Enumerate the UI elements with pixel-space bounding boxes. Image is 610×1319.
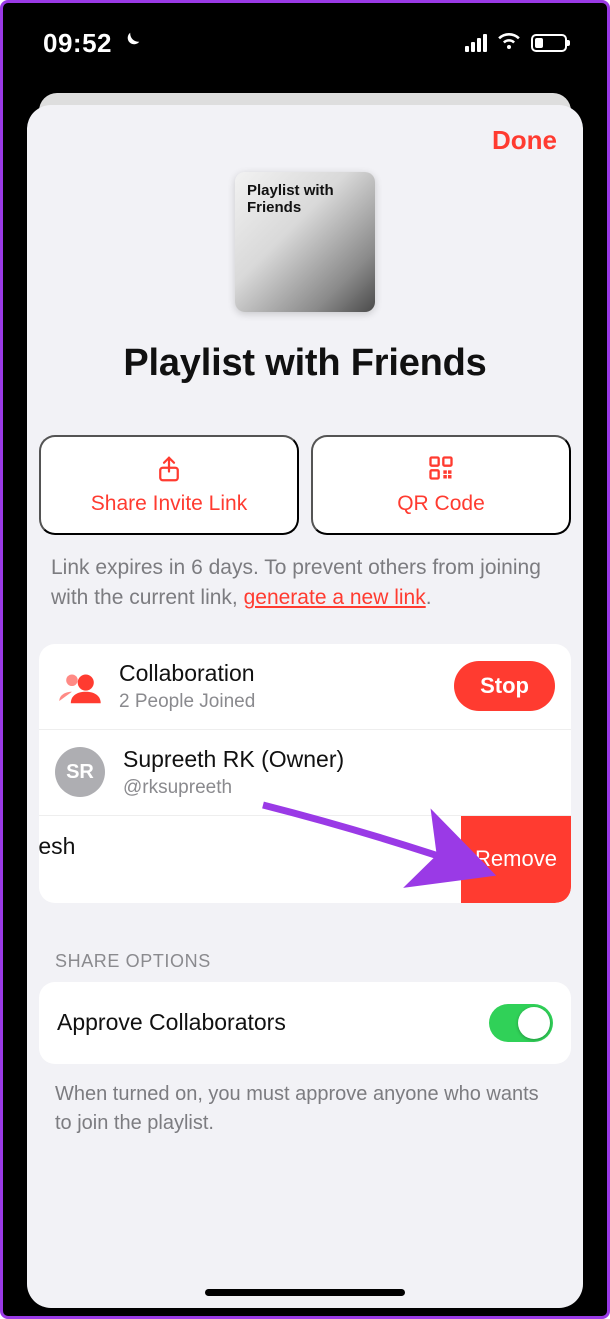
done-button[interactable]: Done <box>492 125 557 156</box>
clock: 09:52 <box>43 28 112 59</box>
share-invite-link-label: Share Invite Link <box>91 492 247 516</box>
collaboration-card: Collaboration 2 People Joined Stop SR Su… <box>39 644 571 903</box>
approve-collaborators-row: Approve Collaborators <box>39 982 571 1064</box>
moon-icon <box>120 30 142 57</box>
person-handle: @rksupreeth <box>123 777 555 799</box>
wifi-icon <box>497 29 521 58</box>
stop-button[interactable]: Stop <box>454 661 555 711</box>
collaboration-row: Collaboration 2 People Joined Stop <box>39 644 571 729</box>
playlist-cover: Playlist with Friends <box>235 172 375 312</box>
collaboration-subtitle: 2 People Joined <box>119 691 454 713</box>
page-title: Playlist with Friends <box>27 342 583 385</box>
device-frame: 09:52 Done Playlist with Friends Playlis… <box>0 0 610 1319</box>
share-icon <box>154 454 184 484</box>
qr-icon <box>426 454 456 484</box>
qr-code-button[interactable]: QR Code <box>311 435 571 535</box>
remove-button[interactable]: Remove <box>461 816 571 903</box>
battery-icon <box>531 34 567 52</box>
generate-new-link[interactable]: generate a new link <box>244 586 426 609</box>
person-row-owner[interactable]: SR Supreeth RK (Owner) @rksupreeth <box>39 729 571 815</box>
approve-collaborators-label: Approve Collaborators <box>57 1009 286 1036</box>
person-row-swiped[interactable]: ıhrthi Suresh ɔahrthi Remove <box>39 815 571 903</box>
approve-collaborators-hint: When turned on, you must approve anyone … <box>27 1064 583 1138</box>
share-invite-link-button[interactable]: Share Invite Link <box>39 435 299 535</box>
share-sheet: Done Playlist with Friends Playlist with… <box>27 105 583 1308</box>
person-handle: ɔahrthi <box>39 864 75 886</box>
avatar: SR <box>55 747 105 797</box>
approve-collaborators-toggle[interactable] <box>489 1004 553 1042</box>
cellular-icon <box>465 34 487 52</box>
cover-title: Playlist with Friends <box>247 182 363 217</box>
person-name: ıhrthi Suresh <box>39 833 75 860</box>
people-icon <box>55 661 105 711</box>
qr-code-label: QR Code <box>397 492 485 516</box>
status-bar: 09:52 <box>3 3 607 83</box>
home-indicator[interactable] <box>205 1289 405 1296</box>
section-header-share-options: SHARE OPTIONS <box>27 903 583 982</box>
collaboration-title: Collaboration <box>119 660 454 687</box>
person-name: Supreeth RK (Owner) <box>123 746 555 773</box>
link-expiry-hint: Link expires in 6 days. To prevent other… <box>27 535 583 614</box>
